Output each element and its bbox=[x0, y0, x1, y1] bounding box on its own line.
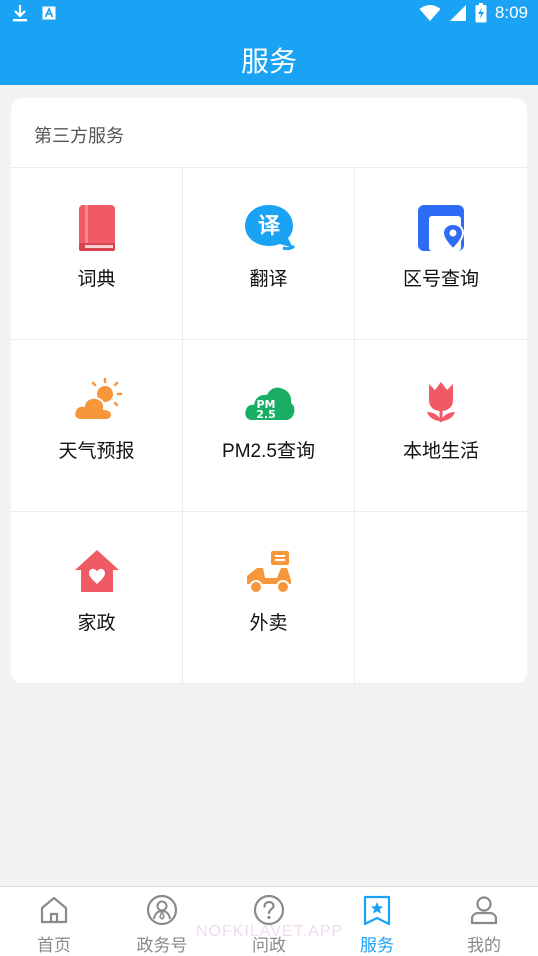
book-icon bbox=[79, 205, 115, 251]
status-bar: 8:09 bbox=[0, 0, 538, 28]
nav-mine[interactable]: 我的 bbox=[430, 887, 538, 956]
service-label: 翻译 bbox=[249, 269, 288, 290]
delivery-scooter-icon bbox=[247, 551, 291, 594]
bottom-nav: 首页 政务号 问政 服务 我的 NOFKILAVET.APP bbox=[0, 886, 538, 956]
nav-gov-accounts[interactable]: 政务号 bbox=[108, 887, 216, 956]
services-card: 第三方服务 词典 译 翻译 区号查询 天气预报 PM 2.5 PM2.5查询 本… bbox=[11, 98, 527, 684]
status-time: 8:09 bbox=[494, 3, 528, 22]
svg-text:译: 译 bbox=[258, 214, 281, 239]
service-takeout[interactable]: 外卖 bbox=[183, 512, 355, 684]
services-grid: 词典 译 翻译 区号查询 天气预报 PM 2.5 PM2.5查询 本地生活 家政… bbox=[11, 168, 527, 684]
nav-label: 首页 bbox=[37, 936, 71, 955]
service-label: PM2.5查询 bbox=[222, 441, 315, 462]
cloud-sun-icon bbox=[73, 377, 123, 421]
nav-services[interactable]: 服务 bbox=[323, 887, 431, 956]
service-translate[interactable]: 译 翻译 bbox=[183, 168, 355, 340]
section-title: 第三方服务 bbox=[34, 126, 124, 146]
service-label: 天气预报 bbox=[58, 441, 135, 462]
service-dictionary[interactable]: 词典 bbox=[11, 168, 183, 340]
wifi-icon bbox=[419, 5, 441, 21]
service-housekeeping[interactable]: 家政 bbox=[11, 512, 183, 684]
service-local-life[interactable]: 本地生活 bbox=[355, 340, 527, 512]
service-label: 本地生活 bbox=[402, 441, 479, 462]
empty-cell bbox=[355, 512, 527, 684]
tulip-icon bbox=[427, 382, 455, 422]
star-bookmark-icon bbox=[363, 895, 391, 926]
service-weather[interactable]: 天气预报 bbox=[11, 340, 183, 512]
person-circle-icon bbox=[146, 894, 178, 926]
translate-bubble-icon: 译 bbox=[245, 205, 295, 251]
section-header: 第三方服务 bbox=[11, 98, 527, 168]
house-heart-icon bbox=[75, 550, 119, 592]
pm25-cloud-icon: PM 2.5 bbox=[245, 387, 295, 421]
location-card-icon bbox=[418, 205, 465, 251]
text-a-icon bbox=[42, 6, 56, 20]
svg-text:2.5: 2.5 bbox=[256, 408, 276, 421]
app-bar: 服务 bbox=[0, 28, 538, 85]
service-label: 外卖 bbox=[249, 613, 288, 634]
nav-home[interactable]: 首页 bbox=[0, 887, 108, 956]
signal-icon bbox=[449, 5, 466, 21]
battery-charging-icon bbox=[475, 3, 487, 23]
page-title: 服务 bbox=[240, 46, 297, 77]
service-label: 词典 bbox=[77, 269, 116, 290]
user-icon bbox=[470, 896, 498, 925]
watermark: NOFKILAVET.APP bbox=[196, 923, 344, 940]
download-icon bbox=[13, 5, 27, 22]
service-area-code[interactable]: 区号查询 bbox=[355, 168, 527, 340]
nav-inquiry[interactable]: 问政 bbox=[215, 887, 323, 956]
service-pm25[interactable]: PM 2.5 PM2.5查询 bbox=[183, 340, 355, 512]
service-label: 家政 bbox=[77, 613, 116, 634]
question-circle-icon bbox=[253, 894, 285, 926]
home-icon bbox=[40, 896, 68, 924]
service-label: 区号查询 bbox=[402, 269, 479, 290]
nav-label: 我的 bbox=[467, 936, 501, 955]
